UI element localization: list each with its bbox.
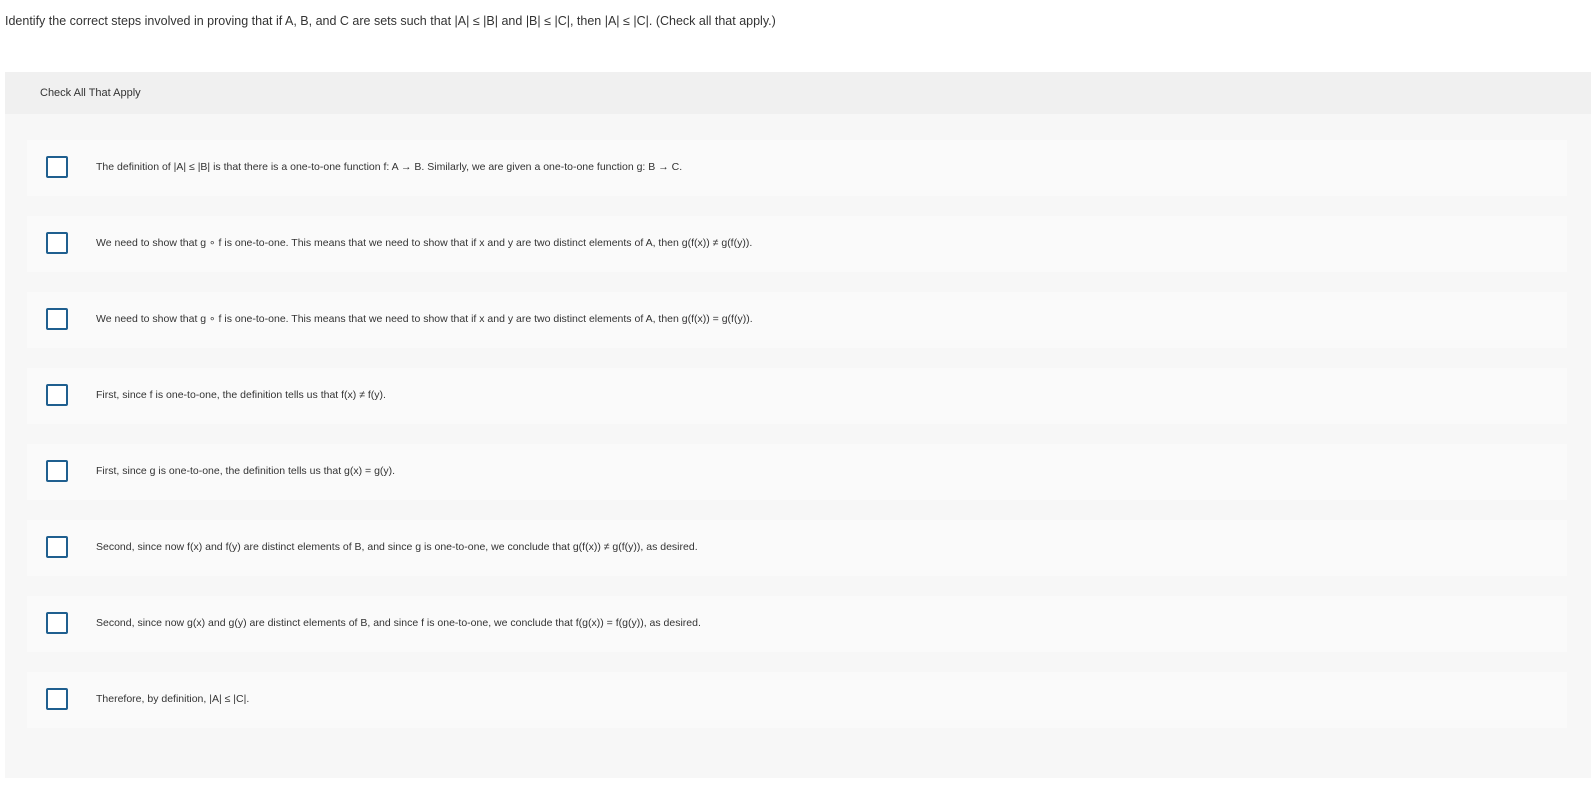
option-7[interactable]: Second, since now g(x) and g(y) are dist… [27,596,1567,652]
question-prompt: Identify the correct steps involved in p… [5,14,776,28]
option-text: The definition of |A| ≤ |B| is that ther… [96,161,683,173]
option-1[interactable]: The definition of |A| ≤ |B| is that ther… [27,140,1567,196]
panel-header: Check All That Apply [5,72,1591,114]
option-text: Therefore, by definition, |A| ≤ |C|. [96,693,250,705]
option-2[interactable]: We need to show that g ∘ f is one-to-one… [27,216,1567,272]
checkbox[interactable] [46,156,68,178]
option-text: First, since f is one-to-one, the defini… [96,389,386,401]
options-list: The definition of |A| ≤ |B| is that ther… [27,140,1567,748]
option-5[interactable]: First, since g is one-to-one, the defini… [27,444,1567,500]
checkbox[interactable] [46,232,68,254]
option-text: Second, since now f(x) and f(y) are dist… [96,541,698,553]
check-all-panel: Check All That Apply The definition of |… [5,72,1591,778]
option-6[interactable]: Second, since now f(x) and f(y) are dist… [27,520,1567,576]
option-text: We need to show that g ∘ f is one-to-one… [96,237,753,249]
option-text: First, since g is one-to-one, the defini… [96,465,396,477]
checkbox[interactable] [46,612,68,634]
option-8[interactable]: Therefore, by definition, |A| ≤ |C|. [27,672,1567,728]
option-4[interactable]: First, since f is one-to-one, the defini… [27,368,1567,424]
checkbox[interactable] [46,308,68,330]
checkbox[interactable] [46,536,68,558]
checkbox[interactable] [46,460,68,482]
option-text: Second, since now g(x) and g(y) are dist… [96,617,701,629]
option-text: We need to show that g ∘ f is one-to-one… [96,313,753,325]
panel-header-label: Check All That Apply [40,87,141,99]
checkbox[interactable] [46,688,68,710]
checkbox[interactable] [46,384,68,406]
option-3[interactable]: We need to show that g ∘ f is one-to-one… [27,292,1567,348]
